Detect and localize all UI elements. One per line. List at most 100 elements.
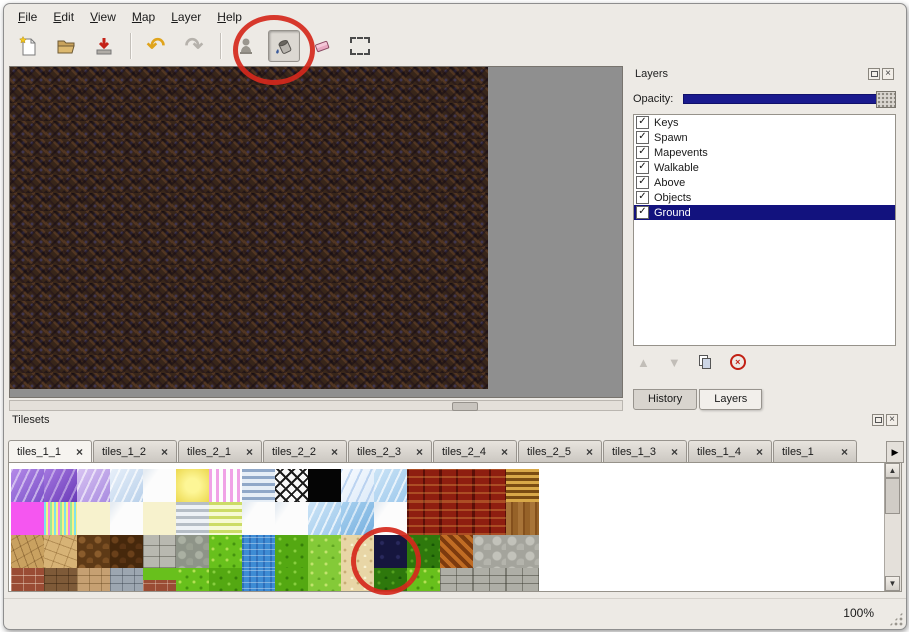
new-map-button[interactable]	[12, 30, 44, 62]
layer-visibility-checkbox[interactable]: ✓	[636, 116, 649, 129]
menu-item-help[interactable]: Help	[209, 7, 250, 27]
tile-rainbow[interactable]	[44, 502, 77, 535]
opacity-slider-handle[interactable]	[876, 91, 896, 108]
scrollbar-thumb[interactable]	[885, 478, 900, 514]
tile-red[interactable]	[407, 502, 440, 535]
tile-cream[interactable]	[143, 502, 176, 535]
tile-grass2[interactable]	[209, 568, 242, 592]
close-tab-icon[interactable]: ×	[76, 446, 83, 458]
tile-red[interactable]	[440, 502, 473, 535]
tile-grass3[interactable]	[308, 535, 341, 568]
opacity-slider[interactable]	[683, 94, 896, 104]
tile-grassdark[interactable]	[374, 568, 407, 592]
tileset-tab-tiles_2_3[interactable]: tiles_2_3×	[348, 440, 432, 462]
tile-red[interactable]	[407, 469, 440, 502]
float-tilesets-icon[interactable]	[872, 414, 884, 426]
duplicate-layer-button[interactable]	[699, 355, 712, 369]
tile-cream[interactable]	[77, 502, 110, 535]
scroll-down-icon[interactable]: ▼	[885, 576, 900, 591]
tile-stonebrick[interactable]	[473, 568, 506, 592]
open-button[interactable]	[50, 30, 82, 62]
tile-wpale[interactable]	[110, 469, 143, 502]
close-tab-icon[interactable]: ×	[586, 446, 593, 458]
tile-wblue1[interactable]	[374, 469, 407, 502]
tile-brickt[interactable]	[77, 568, 110, 592]
tile-brickr[interactable]	[11, 568, 44, 592]
tile-wwhite[interactable]	[341, 469, 374, 502]
tile-stonebrick[interactable]	[506, 568, 539, 592]
layer-visibility-checkbox[interactable]: ✓	[636, 176, 649, 189]
close-tilesets-icon[interactable]: ×	[886, 414, 898, 426]
tile-cobbles[interactable]	[506, 535, 539, 568]
layer-row-mapevents[interactable]: ✓Mapevents	[634, 145, 895, 160]
layer-row-objects[interactable]: ✓Objects	[634, 190, 895, 205]
tile-grass3[interactable]	[308, 568, 341, 592]
tile-white[interactable]	[275, 502, 308, 535]
tile-wpurple[interactable]	[11, 469, 44, 502]
tile-red[interactable]	[440, 469, 473, 502]
tile-navy[interactable]	[374, 535, 407, 568]
map-canvas[interactable]	[10, 67, 488, 389]
tileset-tab-tiles_1_2[interactable]: tiles_1_2×	[93, 440, 177, 462]
tile-black[interactable]	[308, 469, 341, 502]
layer-row-walkable[interactable]: ✓Walkable	[634, 160, 895, 175]
tile-yellow[interactable]	[176, 469, 209, 502]
tile-white[interactable]	[374, 502, 407, 535]
tile-wviolet[interactable]	[77, 469, 110, 502]
menu-item-map[interactable]: Map	[124, 7, 163, 27]
eraser-tool-button[interactable]	[306, 30, 338, 62]
resize-grip[interactable]	[889, 612, 903, 626]
layer-visibility-checkbox[interactable]: ✓	[636, 146, 649, 159]
tile-grassbrick[interactable]	[143, 568, 176, 592]
layer-visibility-checkbox[interactable]: ✓	[636, 161, 649, 174]
move-layer-up-button[interactable]: ▲	[637, 355, 650, 370]
layer-row-keys[interactable]: ✓Keys	[634, 115, 895, 130]
tile-lattice[interactable]	[275, 469, 308, 502]
tileset-tab-tiles_2_4[interactable]: tiles_2_4×	[433, 440, 517, 462]
layer-row-ground[interactable]: ✓Ground	[634, 205, 895, 220]
tile-white[interactable]	[242, 502, 275, 535]
close-tab-icon[interactable]: ×	[756, 446, 763, 458]
tile-grass2[interactable]	[275, 535, 308, 568]
tile-sand[interactable]	[341, 535, 374, 568]
save-button[interactable]	[88, 30, 120, 62]
tile-stonebrick[interactable]	[440, 568, 473, 592]
tile-grass1[interactable]	[176, 568, 209, 592]
tile-grass2[interactable]	[275, 568, 308, 592]
menu-item-layer[interactable]: Layer	[163, 7, 209, 27]
tile-stone1[interactable]	[11, 535, 44, 568]
tile-gold[interactable]	[506, 469, 539, 502]
close-panel-icon[interactable]: ×	[882, 68, 894, 80]
tile-wblue1[interactable]	[308, 502, 341, 535]
menu-item-file[interactable]: File	[10, 7, 45, 27]
layer-visibility-checkbox[interactable]: ✓	[636, 131, 649, 144]
map-horizontal-scrollbar[interactable]	[9, 400, 623, 411]
dock-tab-layers[interactable]: Layers	[699, 389, 762, 410]
map-view[interactable]	[9, 66, 623, 398]
tile-brickb[interactable]	[44, 568, 77, 592]
tile-wblue2[interactable]	[341, 502, 374, 535]
scroll-tabs-right-button[interactable]: ▶	[886, 441, 904, 463]
dock-tab-history[interactable]: History	[633, 389, 697, 410]
stamp-tool-button[interactable]	[230, 30, 262, 62]
tile-grass1[interactable]	[209, 535, 242, 568]
tile-magenta[interactable]	[11, 502, 44, 535]
tile-bluestripes[interactable]	[242, 469, 275, 502]
tile-brickg[interactable]	[110, 568, 143, 592]
tile-red[interactable]	[473, 469, 506, 502]
tileset-tab-tiles_2_2[interactable]: tiles_2_2×	[263, 440, 347, 462]
tile-wtex[interactable]	[242, 568, 275, 592]
undo-button[interactable]: ↶	[140, 30, 172, 62]
close-tab-icon[interactable]: ×	[416, 446, 423, 458]
close-tab-icon[interactable]: ×	[246, 446, 253, 458]
layer-visibility-checkbox[interactable]: ✓	[636, 206, 649, 219]
tile-slab[interactable]	[143, 535, 176, 568]
tile-grassdark[interactable]	[407, 535, 440, 568]
tile-white[interactable]	[143, 469, 176, 502]
tile-cobbles[interactable]	[473, 535, 506, 568]
move-layer-down-button[interactable]: ▼	[668, 355, 681, 370]
tile-stone2[interactable]	[44, 535, 77, 568]
tile-wpurple2[interactable]	[44, 469, 77, 502]
scroll-up-icon[interactable]: ▲	[885, 463, 900, 478]
float-panel-icon[interactable]	[868, 68, 880, 80]
